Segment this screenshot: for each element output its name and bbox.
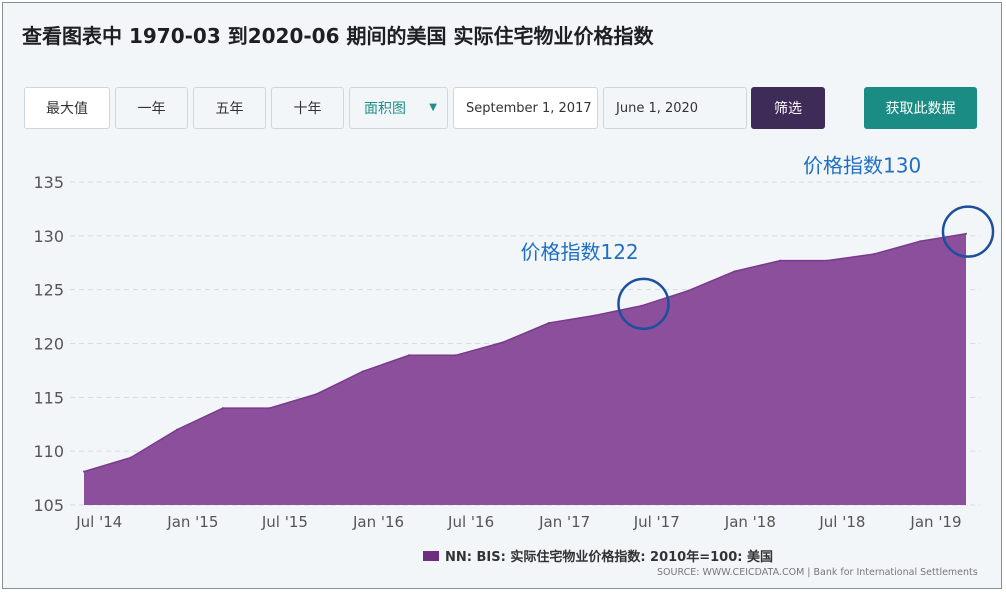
x-tick-label: Jan '16: [352, 513, 404, 531]
x-tick-label: Jul '16: [447, 513, 494, 531]
x-tick-label: Jan '19: [909, 513, 961, 531]
x-tick-label: Jul '18: [818, 513, 865, 531]
x-tick-label: Jul '14: [75, 513, 122, 531]
x-tick-label: Jul '17: [633, 513, 680, 531]
y-tick-label: 130: [33, 227, 64, 246]
data-point: [129, 456, 132, 459]
data-point: [872, 253, 875, 256]
y-tick-label: 125: [33, 281, 64, 300]
data-point: [733, 270, 736, 273]
data-point: [268, 407, 271, 410]
data-point: [501, 341, 504, 344]
data-point: [361, 370, 364, 373]
data-point: [919, 240, 922, 243]
area-fill: [84, 233, 966, 505]
data-point: [965, 232, 967, 235]
data-point: [221, 407, 224, 410]
x-tick-label: Jul '15: [261, 513, 308, 531]
data-point: [593, 314, 596, 317]
data-point: [83, 470, 85, 473]
annotation-label: 价格指数130: [803, 154, 921, 178]
series-area: [83, 232, 967, 505]
area-chart: 105110115120125130135 Jul '14 Jan '15 Jul …: [33, 154, 995, 531]
legend: NN: BIS: 实际住宅物业价格指数: 2010年=100: 美国: [423, 546, 773, 565]
y-tick-label: 105: [33, 496, 64, 515]
data-point: [687, 289, 690, 292]
x-tick-label: Jan '18: [724, 513, 776, 531]
annotation-label: 价格指数122: [520, 240, 638, 264]
legend-label: NN: BIS: 实际住宅物业价格指数: 2010年=100: 美国: [445, 550, 773, 565]
highlight-circle: [941, 205, 995, 258]
data-point: [779, 259, 782, 262]
data-point: [826, 259, 829, 262]
y-tick-label: 120: [33, 335, 64, 354]
y-axis: 105 110 115 120 125 130 135: [33, 173, 64, 515]
data-point: [640, 304, 643, 307]
x-tick-label: Jan '15: [166, 513, 218, 531]
x-tick-label: Jan '17: [538, 513, 590, 531]
data-point: [315, 393, 318, 396]
y-tick-label: 115: [33, 388, 64, 407]
x-axis: Jul '14 Jan '15 Jul '15 Jan '16 Jul '16 Jan '…: [75, 513, 961, 531]
data-point: [454, 354, 457, 357]
data-point: [176, 428, 179, 431]
data-point: [408, 354, 410, 357]
y-tick-label: 110: [33, 442, 64, 461]
source-note: SOURCE: WWW.CEICDATA.COM | Bank for Inte…: [657, 567, 978, 578]
legend-swatch: [423, 550, 439, 561]
data-point: [547, 322, 550, 324]
y-tick-label: 135: [33, 173, 64, 192]
